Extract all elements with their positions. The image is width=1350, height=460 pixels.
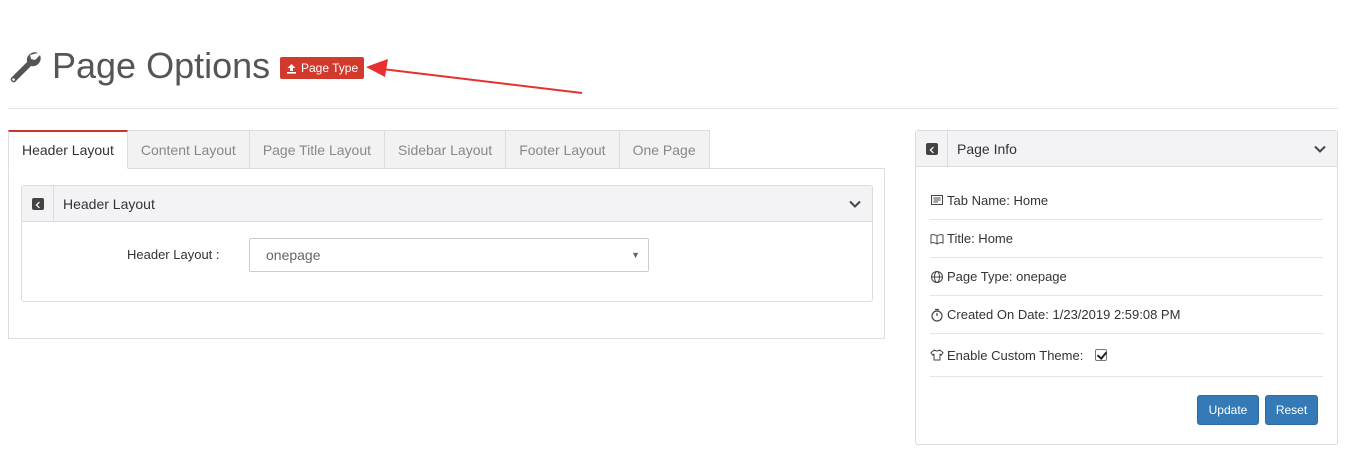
tab-page-title-layout[interactable]: Page Title Layout <box>249 130 385 169</box>
expand-icon[interactable] <box>925 142 938 155</box>
newspaper-icon <box>931 195 943 205</box>
page-info-list: Tab Name: Home Title: Home Page Type: on… <box>930 167 1323 377</box>
wrench-icon <box>10 52 41 83</box>
info-row-custom-theme: Enable Custom Theme: <box>930 334 1323 377</box>
expand-icon-box <box>916 130 948 167</box>
page-title: Page Options <box>52 45 271 86</box>
tab-content: Header Layout Header Layout : onepage ▼ <box>8 168 885 339</box>
tab-footer-layout[interactable]: Footer Layout <box>506 130 620 169</box>
tab-bar: Header Layout Content Layout Page Title … <box>8 130 710 169</box>
page-info-heading: Page Info <box>916 130 1337 167</box>
badge-label: Page Type <box>301 61 359 75</box>
panel-title: Header Layout <box>63 195 155 212</box>
header-divider <box>8 108 1338 109</box>
page-type-badge[interactable]: Page Type <box>280 57 365 79</box>
info-row-page-type: Page Type: onepage <box>930 258 1323 296</box>
info-row-tab-name: Tab Name: Home <box>930 167 1323 220</box>
page-type-text: Page Type: onepage <box>947 269 1067 284</box>
custom-theme-label: Enable Custom Theme: <box>947 347 1084 363</box>
header-layout-select[interactable]: onepage ▼ <box>249 238 649 272</box>
custom-theme-checkbox[interactable] <box>1095 349 1108 361</box>
layout-tabs-panel: Header Layout Content Layout Page Title … <box>8 130 885 339</box>
annotation-arrow <box>366 59 583 94</box>
header-layout-label: Header Layout : <box>127 247 220 262</box>
chevron-down-icon[interactable] <box>1313 142 1327 156</box>
reset-button[interactable]: Reset <box>1265 395 1318 425</box>
page-info-panel: Page Info Tab Name: Home Title: Home Pag… <box>915 130 1338 445</box>
chevron-down-icon[interactable] <box>848 197 862 211</box>
tab-header-layout[interactable]: Header Layout <box>8 130 128 169</box>
book-icon <box>930 233 944 245</box>
tab-sidebar-layout[interactable]: Sidebar Layout <box>385 130 507 169</box>
expand-icon[interactable] <box>31 197 44 210</box>
info-row-created: Created On Date: 1/23/2019 2:59:08 PM <box>930 296 1323 334</box>
select-caret-icon: ▼ <box>631 250 640 260</box>
select-value: onepage <box>266 247 321 263</box>
created-text: Created On Date: 1/23/2019 2:59:08 PM <box>947 307 1181 322</box>
header-layout-field-row: Header Layout : onepage ▼ <box>22 238 872 272</box>
title-text: Title: Home <box>947 231 1013 246</box>
info-row-title: Title: Home <box>930 220 1323 258</box>
globe-icon <box>931 270 943 283</box>
panel-heading: Header Layout <box>22 185 872 222</box>
tab-one-page[interactable]: One Page <box>619 130 710 169</box>
expand-icon-box <box>22 185 54 222</box>
update-button[interactable]: Update <box>1197 395 1259 425</box>
stopwatch-icon <box>931 308 943 322</box>
upload-icon <box>287 63 296 74</box>
tab-name-text: Tab Name: Home <box>947 192 1049 208</box>
tshirt-icon <box>930 349 944 361</box>
page-header: Page Options <box>8 44 270 88</box>
panel-title: Page Info <box>957 140 1017 157</box>
header-layout-panel: Header Layout Header Layout : onepage ▼ <box>21 185 873 302</box>
tab-content-layout[interactable]: Content Layout <box>127 130 250 169</box>
